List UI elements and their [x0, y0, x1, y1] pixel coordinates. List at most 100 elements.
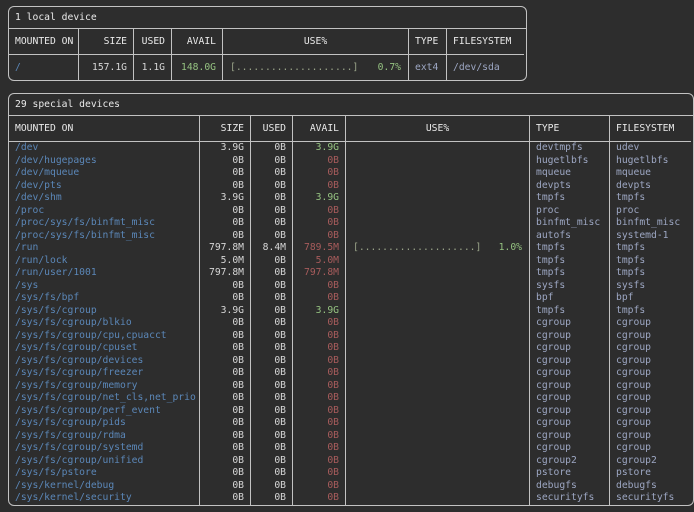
- local-table-title: 1 local device: [9, 7, 526, 29]
- usage-cell: [346, 230, 530, 243]
- filesystem-cell: cgroup: [610, 355, 691, 368]
- mount-point-cell: /run: [9, 242, 200, 255]
- size-cell: 3.9G: [200, 192, 251, 205]
- size-cell: 0B: [200, 217, 251, 230]
- mount-point-cell: /sys/fs/cgroup/unified: [9, 455, 200, 468]
- avail-cell: 0B: [293, 442, 346, 455]
- filesystem-cell: cgroup: [610, 342, 691, 355]
- used-cell: 0B: [251, 280, 293, 293]
- filesystem-cell: cgroup: [610, 430, 691, 443]
- mount-point-cell: /sys/fs/bpf: [9, 292, 200, 305]
- usage-cell: [346, 405, 530, 418]
- type-cell: bpf: [530, 292, 610, 305]
- used-cell: 0B: [251, 205, 293, 218]
- mount-point-cell: /sys/fs/cgroup/blkio: [9, 317, 200, 330]
- used-cell: 0B: [251, 442, 293, 455]
- size-cell: 0B: [200, 405, 251, 418]
- mount-point-cell: /dev/shm: [9, 192, 200, 205]
- used-cell: 0B: [251, 367, 293, 380]
- filesystem-cell: hugetlbfs: [610, 155, 691, 168]
- type-cell: cgroup: [530, 430, 610, 443]
- avail-cell: 0B: [293, 167, 346, 180]
- used-cell: 0B: [251, 392, 293, 405]
- size-cell: 0B: [200, 355, 251, 368]
- avail-cell: 3.9G: [293, 192, 346, 205]
- usage-percent: 0.7%: [378, 55, 401, 80]
- usage-percent: 1.0%: [499, 242, 522, 255]
- type-cell: cgroup: [530, 330, 610, 343]
- mount-point-cell: /dev/hugepages: [9, 155, 200, 168]
- col-header-mounted-on: MOUNTED ON: [9, 29, 79, 55]
- usage-cell: [346, 142, 530, 155]
- usage-cell: [346, 342, 530, 355]
- local-table-grid: MOUNTED ON SIZE USED AVAIL USE% TYPE FIL…: [9, 29, 526, 80]
- mount-point-cell: /dev: [9, 142, 200, 155]
- used-cell: 0B: [251, 305, 293, 318]
- filesystem-cell: debugfs: [610, 480, 691, 493]
- mount-point-cell: /sys/fs/cgroup/pids: [9, 417, 200, 430]
- type-cell: cgroup: [530, 417, 610, 430]
- mount-point-cell: /dev/pts: [9, 180, 200, 193]
- local-devices-table: 1 local device MOUNTED ON SIZE USED AVAI…: [8, 6, 527, 81]
- avail-cell: 0B: [293, 230, 346, 243]
- type-cell: devtmpfs: [530, 142, 610, 155]
- usage-cell: [....................]0.7%: [223, 55, 409, 80]
- used-cell: 8.4M: [251, 242, 293, 255]
- avail-cell: 797.8M: [293, 267, 346, 280]
- filesystem-cell: cgroup: [610, 367, 691, 380]
- used-cell: 0B: [251, 180, 293, 193]
- size-cell: 0B: [200, 205, 251, 218]
- type-cell: cgroup: [530, 317, 610, 330]
- usage-cell: [346, 167, 530, 180]
- col-header-mounted-on: MOUNTED ON: [9, 116, 200, 142]
- filesystem-cell: devpts: [610, 180, 691, 193]
- type-cell: ext4: [409, 55, 447, 80]
- type-cell: cgroup2: [530, 455, 610, 468]
- size-cell: 0B: [200, 380, 251, 393]
- filesystem-cell: sysfs: [610, 280, 691, 293]
- usage-cell: [346, 367, 530, 380]
- size-cell: 0B: [200, 342, 251, 355]
- filesystem-cell: bpf: [610, 292, 691, 305]
- col-header-used: USED: [251, 116, 293, 142]
- avail-cell: 3.9G: [293, 142, 346, 155]
- col-header-use-percent: USE%: [346, 116, 530, 142]
- used-cell: 0B: [251, 380, 293, 393]
- filesystem-cell: cgroup: [610, 317, 691, 330]
- usage-cell: [346, 255, 530, 268]
- type-cell: mqueue: [530, 167, 610, 180]
- size-cell: 0B: [200, 392, 251, 405]
- avail-cell: 5.0M: [293, 255, 346, 268]
- mount-point-cell: /proc: [9, 205, 200, 218]
- mount-point-cell: /sys/fs/cgroup/devices: [9, 355, 200, 368]
- size-cell: 0B: [200, 230, 251, 243]
- size-cell: 0B: [200, 330, 251, 343]
- filesystem-cell: cgroup: [610, 417, 691, 430]
- filesystem-cell: tmpfs: [610, 242, 691, 255]
- type-cell: cgroup: [530, 355, 610, 368]
- size-cell: 0B: [200, 317, 251, 330]
- col-header-size: SIZE: [200, 116, 251, 142]
- avail-cell: 0B: [293, 330, 346, 343]
- type-cell: devpts: [530, 180, 610, 193]
- mount-point-cell: /run/lock: [9, 255, 200, 268]
- mount-point-cell: /sys/fs/cgroup/net_cls,net_prio: [9, 392, 200, 405]
- used-cell: 0B: [251, 155, 293, 168]
- used-cell: 0B: [251, 267, 293, 280]
- usage-cell: [346, 192, 530, 205]
- size-cell: 5.0M: [200, 255, 251, 268]
- avail-cell: 0B: [293, 355, 346, 368]
- size-cell: 0B: [200, 367, 251, 380]
- used-cell: 0B: [251, 317, 293, 330]
- size-cell: 797.8M: [200, 267, 251, 280]
- usage-cell: [346, 417, 530, 430]
- filesystem-cell: binfmt_misc: [610, 217, 691, 230]
- used-cell: 0B: [251, 492, 293, 505]
- mount-point-cell: /proc/sys/fs/binfmt_misc: [9, 217, 200, 230]
- col-header-avail: AVAIL: [172, 29, 223, 55]
- filesystem-cell: cgroup: [610, 380, 691, 393]
- avail-cell: 0B: [293, 280, 346, 293]
- mount-point-cell: /sys/kernel/security: [9, 492, 200, 505]
- size-cell: 157.1G: [79, 55, 134, 80]
- avail-cell: 148.0G: [172, 55, 223, 80]
